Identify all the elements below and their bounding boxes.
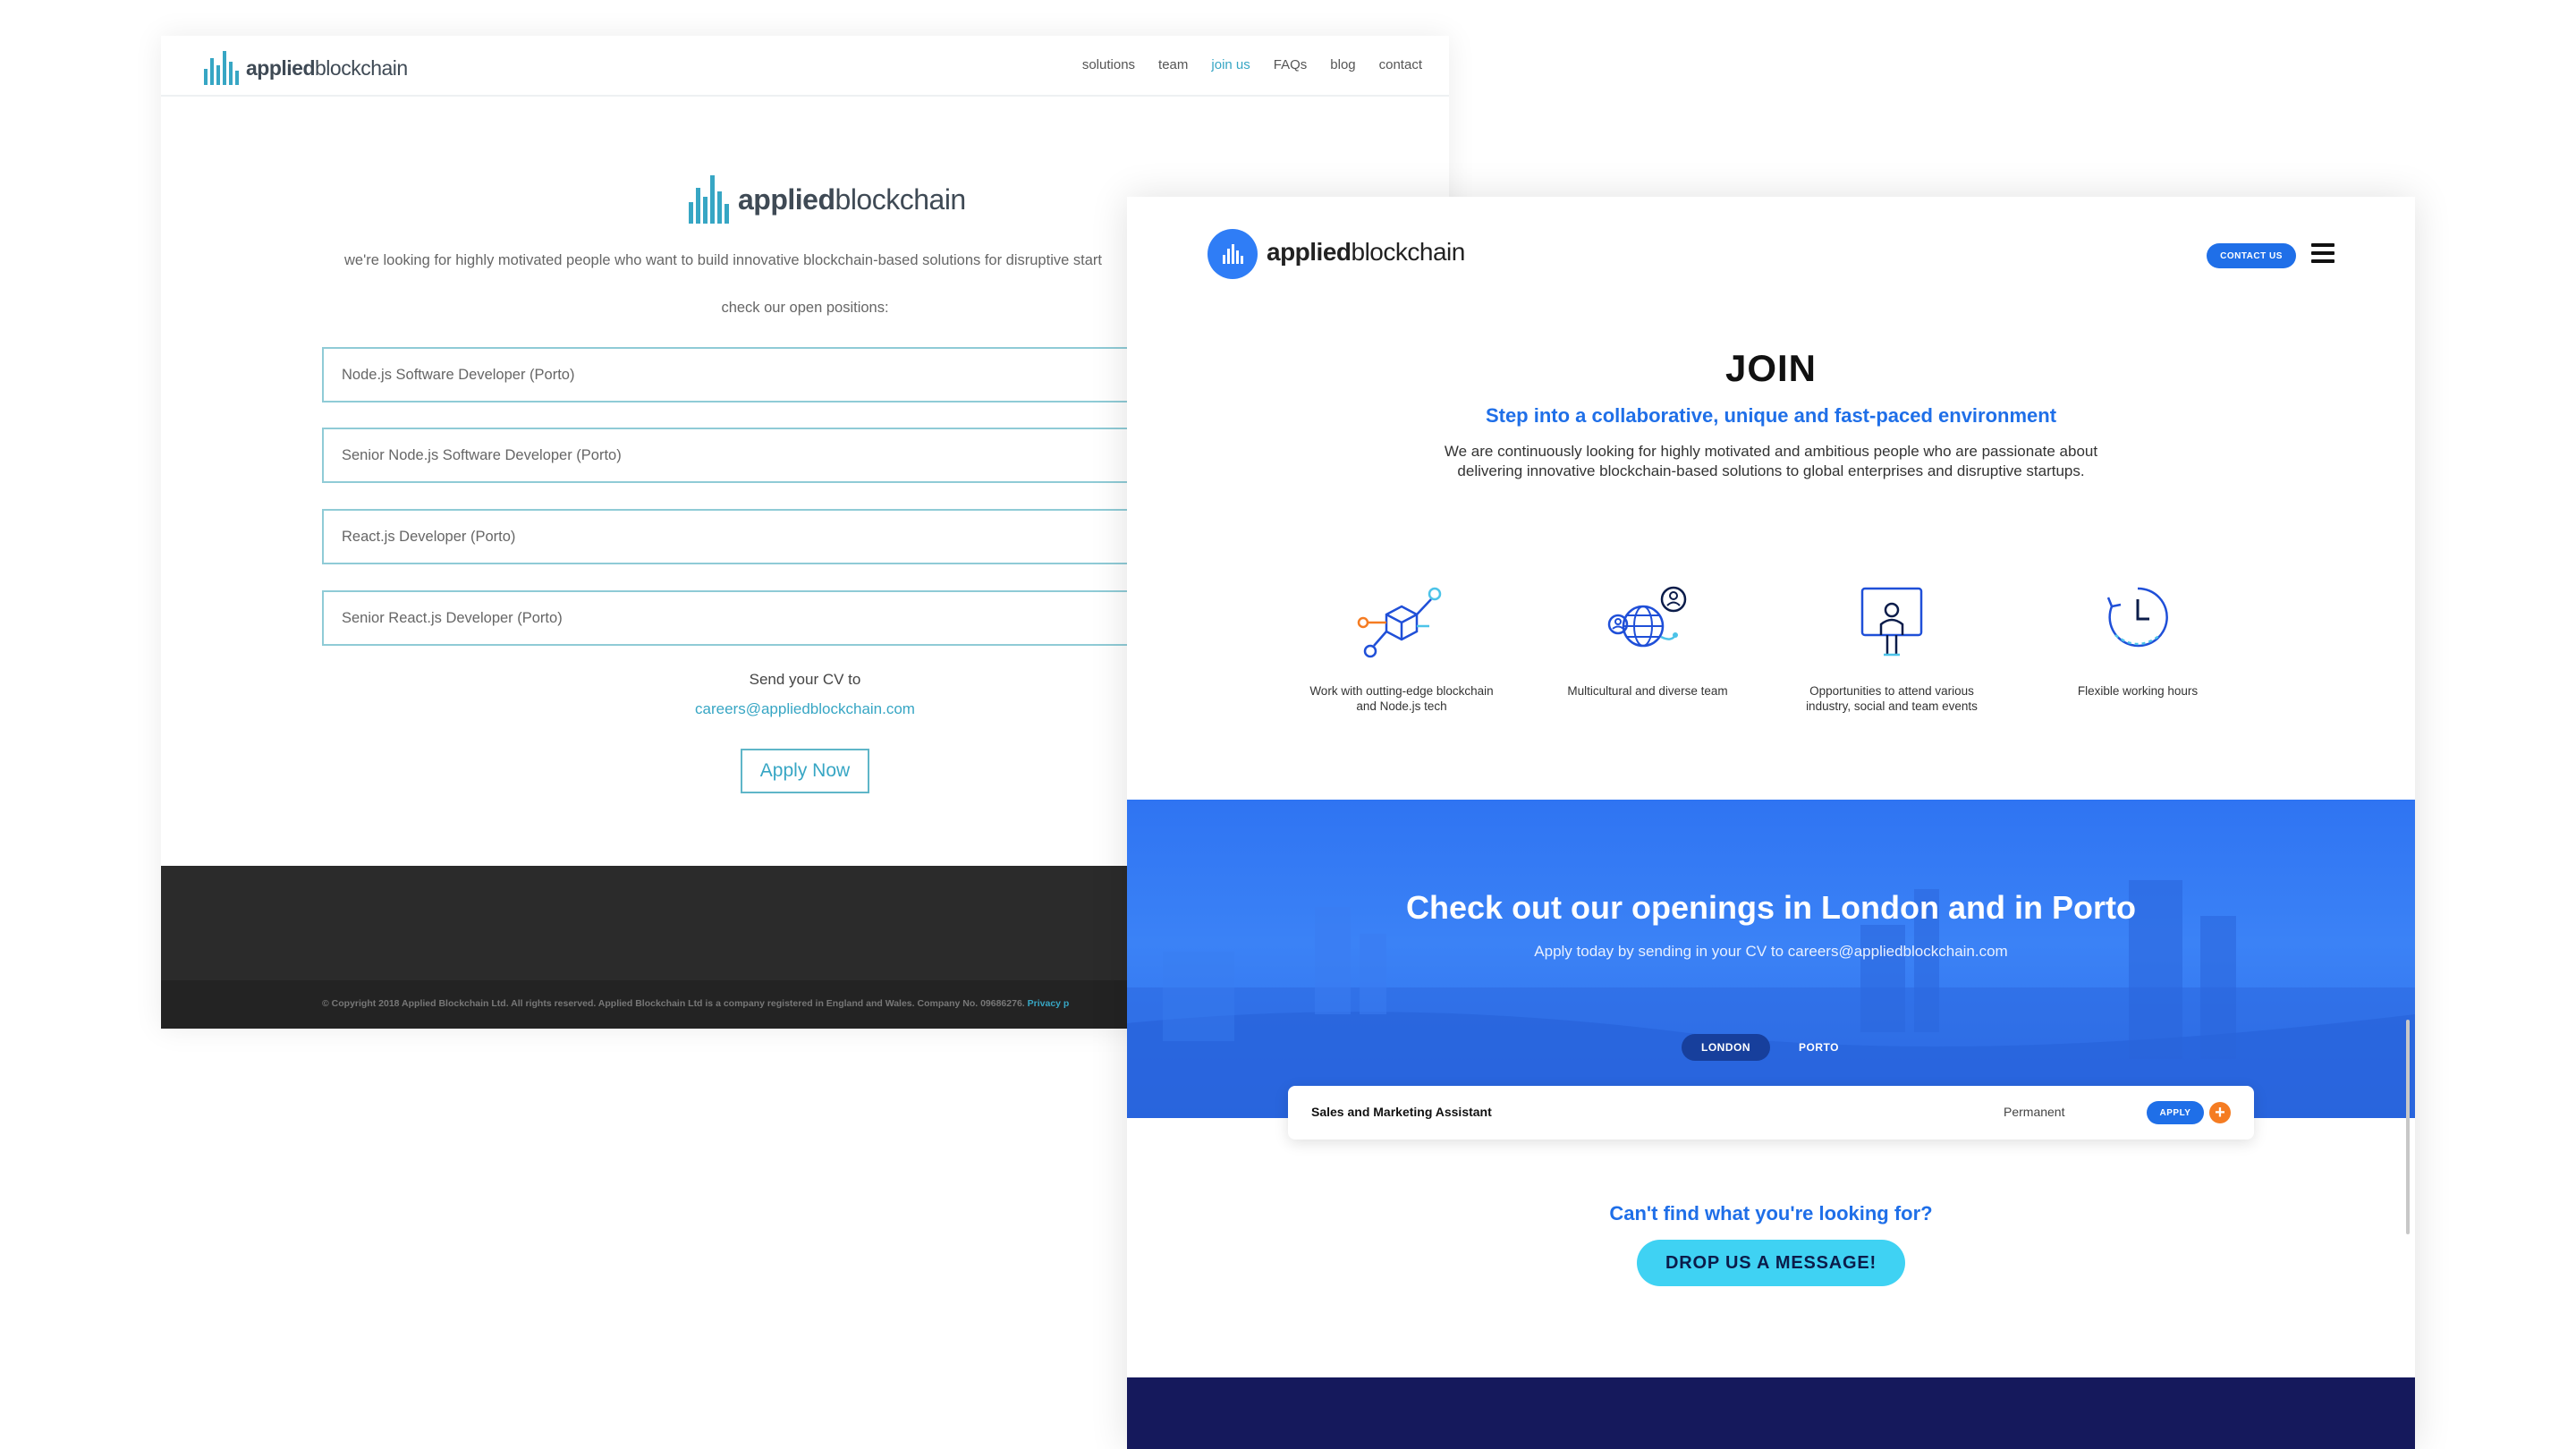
- feature-line: Work with outting-edge blockchain: [1309, 684, 1494, 698]
- feature-line: industry, social and team events: [1806, 699, 1978, 713]
- page-subtitle: Step into a collaborative, unique and fa…: [1485, 404, 2057, 427]
- blockchain-cube-icon: [1357, 587, 1442, 658]
- logo-word-blockchain: blockchain: [315, 55, 408, 80]
- apply-now-button[interactable]: Apply Now: [741, 749, 869, 793]
- presentation-icon: [1860, 587, 1923, 657]
- copyright-text: © Copyright 2018 Applied Blockchain Ltd.…: [322, 998, 1069, 1009]
- privacy-link[interactable]: Privacy p: [1028, 998, 1070, 1009]
- expand-plus-icon[interactable]: +: [2209, 1102, 2231, 1123]
- contact-us-button[interactable]: CONTACT US: [2207, 243, 2296, 268]
- description-line: We are continuously looking for highly m…: [1444, 443, 2098, 460]
- feature-events: Opportunities to attend various industry,…: [1775, 572, 2008, 714]
- clock-icon: [2106, 587, 2168, 648]
- old-site-navbar: applied blockchain solutions team join us…: [161, 36, 1449, 97]
- feature-text: Flexible working hours: [2021, 683, 2254, 699]
- logo-word-blockchain: blockchain: [1351, 238, 1466, 266]
- old-site-logo[interactable]: applied blockchain: [204, 50, 408, 86]
- scrollbar-thumb[interactable]: [2406, 1020, 2410, 1234]
- logo-circle-icon[interactable]: [1208, 229, 1258, 279]
- tab-london[interactable]: LONDON: [1682, 1034, 1770, 1061]
- new-site-logo-text[interactable]: appliedblockchain: [1267, 238, 1465, 267]
- page-description: We are continuously looking for highly m…: [1395, 442, 2147, 481]
- bars-logo-icon: [204, 51, 239, 85]
- new-site-header: appliedblockchain CONTACT US: [1127, 197, 2415, 322]
- nav-solutions[interactable]: solutions: [1082, 57, 1135, 72]
- feature-line: Multicultural and diverse team: [1567, 684, 1728, 698]
- openings-hero-band: Check out our openings in London and in …: [1127, 800, 2415, 1118]
- job-title: Sales and Marketing Assistant: [1311, 1105, 1492, 1119]
- hamburger-menu-icon[interactable]: [2311, 243, 2334, 265]
- tab-porto[interactable]: PORTO: [1779, 1034, 1859, 1061]
- bars-logo-icon: [1223, 244, 1243, 264]
- copyright-statement: © Copyright 2018 Applied Blockchain Ltd.…: [322, 998, 1025, 1009]
- cant-find-heading: Can't find what you're looking for?: [1609, 1202, 1933, 1224]
- nav-team[interactable]: team: [1158, 57, 1188, 72]
- feature-line: Flexible working hours: [2077, 684, 2199, 698]
- old-hero-logo: applied blockchain: [689, 174, 966, 225]
- feature-text: Multicultural and diverse team: [1531, 683, 1764, 699]
- page-title: JOIN: [1724, 347, 1818, 389]
- old-site-menu: solutions team join us FAQs blog contact: [1082, 57, 1422, 72]
- new-website-card: appliedblockchain CONTACT US JOIN Step i…: [1127, 197, 2415, 1449]
- old-intro-text: we're looking for highly motivated peopl…: [344, 252, 1102, 268]
- logo-word-blockchain: blockchain: [835, 182, 967, 216]
- drop-message-button[interactable]: DROP US A MESSAGE!: [1637, 1240, 1905, 1286]
- location-tabs: LONDON PORTO: [1682, 1034, 1859, 1061]
- feature-team: Multicultural and diverse team: [1531, 572, 1764, 699]
- nav-join-us[interactable]: join us: [1211, 57, 1250, 72]
- nav-blog[interactable]: blog: [1330, 57, 1355, 72]
- job-type: Permanent: [2004, 1105, 2065, 1119]
- description-line: delivering innovative blockchain-based s…: [1457, 462, 2085, 479]
- apply-button[interactable]: APPLY: [2147, 1101, 2204, 1124]
- nav-contact[interactable]: contact: [1379, 57, 1422, 72]
- feature-blockchain: Work with outting-edge blockchain and Nod…: [1285, 572, 1518, 714]
- feature-line: Opportunities to attend various: [1809, 684, 1974, 698]
- logo-word-applied: applied: [246, 55, 316, 80]
- feature-text: Work with outting-edge blockchain and Nod…: [1285, 683, 1518, 714]
- navy-footer-band: [1127, 1377, 2415, 1449]
- bars-logo-icon: [689, 175, 729, 224]
- nav-faqs[interactable]: FAQs: [1274, 57, 1308, 72]
- openings-title: Check out our openings in London and in …: [1406, 889, 2136, 926]
- feature-line: and Node.js tech: [1356, 699, 1447, 713]
- showcase-stage: applied blockchain solutions team join us…: [0, 0, 2576, 1449]
- feature-text: Opportunities to attend various industry,…: [1775, 683, 2008, 714]
- globe-team-icon: [1607, 586, 1687, 648]
- feature-flexible-hours: Flexible working hours: [2021, 572, 2254, 699]
- logo-word-applied: applied: [1267, 238, 1352, 266]
- openings-subtitle: Apply today by sending in your CV to car…: [1534, 943, 2008, 960]
- job-listing-row[interactable]: Sales and Marketing Assistant Permanent …: [1288, 1086, 2254, 1140]
- logo-word-applied: applied: [738, 182, 835, 216]
